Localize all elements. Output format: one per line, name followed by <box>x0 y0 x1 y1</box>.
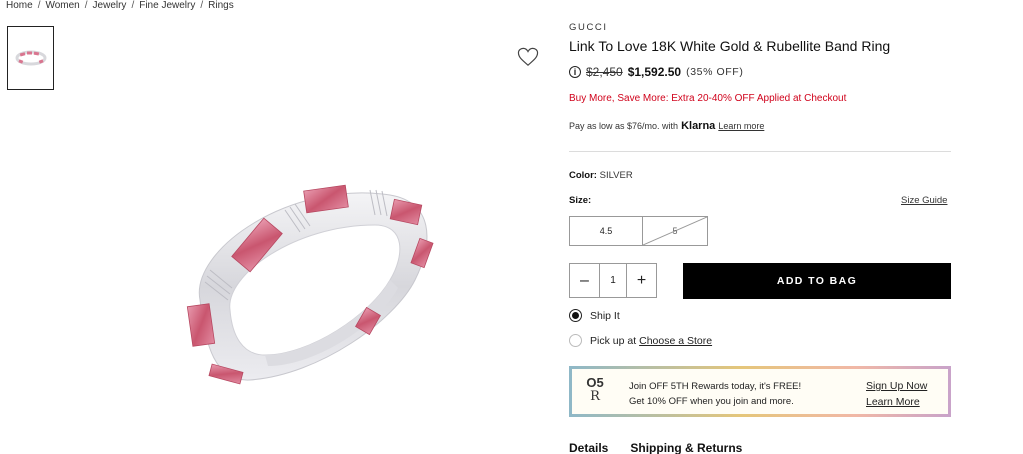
rewards-headline: Join OFF 5TH Rewards today, it's FREE! <box>629 381 802 392</box>
rewards-logo: O5 R <box>584 376 606 404</box>
ship-it-radio[interactable] <box>569 309 582 322</box>
breadcrumb-jewelry[interactable]: Jewelry <box>93 0 127 12</box>
klarna-financing: Pay as low as $76/mo. with Klarna Learn … <box>569 120 764 132</box>
product-thumbnail[interactable] <box>7 26 54 90</box>
add-to-bag-button[interactable]: ADD TO BAG <box>683 263 951 299</box>
quantity-decrease-button[interactable]: – <box>570 264 599 297</box>
breadcrumb: Home / Women / Jewelry / Fine Jewelry / … <box>6 0 234 12</box>
ship-it-option[interactable]: Ship It <box>569 309 620 322</box>
price-row: i $2,450 $1,592.50 (35% OFF) <box>569 65 743 79</box>
product-title: Link To Love 18K White Gold & Rubellite … <box>569 38 891 54</box>
product-info-tabs: Details Shipping & Returns <box>569 441 742 454</box>
rewards-logo-bottom: R <box>590 389 600 404</box>
rewards-banner: O5 R Join OFF 5TH Rewards today, it's FR… <box>569 366 951 417</box>
rewards-subline: Get 10% OFF when you join and more. <box>629 396 794 407</box>
breadcrumb-women[interactable]: Women <box>45 0 79 12</box>
size-label: Size: <box>569 195 592 206</box>
breadcrumb-separator: / <box>84 0 88 11</box>
sale-price: $1,592.50 <box>627 65 682 79</box>
breadcrumb-separator: / <box>37 0 41 11</box>
ship-it-label: Ship It <box>590 309 620 322</box>
rewards-text: Join OFF 5TH Rewards today, it's FREE! G… <box>629 379 801 409</box>
size-option-label: 5 <box>672 226 678 236</box>
original-price: $2,450 <box>586 65 623 79</box>
pickup-label: Pick up at <box>590 334 637 347</box>
quantity-value[interactable]: 1 <box>599 264 627 297</box>
product-brand[interactable]: GUCCI <box>569 22 608 33</box>
heart-outline-icon[interactable] <box>517 47 539 67</box>
rewards-links: Sign Up Now Learn More <box>866 378 927 410</box>
rewards-logo-top: O5 <box>586 375 604 390</box>
breadcrumb-separator: / <box>200 0 204 11</box>
size-guide-link[interactable]: Size Guide <box>901 195 947 206</box>
breadcrumb-home[interactable]: Home <box>6 0 33 12</box>
color-value: SILVER <box>599 170 633 181</box>
klarna-learn-more-link[interactable]: Learn more <box>718 121 764 131</box>
promo-message: Buy More, Save More: Extra 20-40% OFF Ap… <box>569 93 847 104</box>
tab-shipping-returns[interactable]: Shipping & Returns <box>630 441 742 454</box>
choose-store-link[interactable]: Choose a Store <box>639 335 712 347</box>
size-option-5-unavailable[interactable]: 5 <box>642 216 708 246</box>
divider <box>569 151 951 152</box>
klarna-logo: Klarna <box>681 120 716 132</box>
breadcrumb-fine-jewelry[interactable]: Fine Jewelry <box>139 0 195 12</box>
info-circle-icon[interactable]: i <box>569 66 581 78</box>
color-selection: Color: SILVER <box>569 170 633 181</box>
pickup-radio[interactable] <box>569 334 582 347</box>
rewards-learn-more-link[interactable]: Learn More <box>866 394 927 410</box>
discount-percent: (35% OFF) <box>686 66 744 78</box>
tab-details[interactable]: Details <box>569 441 608 454</box>
breadcrumb-separator: / <box>131 0 135 11</box>
pickup-option[interactable]: Pick up at Choose a Store <box>569 334 712 347</box>
color-label: Color: <box>569 170 597 181</box>
size-option-label: 4.5 <box>599 226 613 236</box>
product-main-image <box>186 184 434 385</box>
size-option-4-5[interactable]: 4.5 <box>569 216 643 246</box>
quantity-increase-button[interactable]: + <box>627 264 656 297</box>
quantity-stepper: – 1 + <box>569 263 657 298</box>
ring-thumbnail-image <box>15 50 46 66</box>
breadcrumb-rings[interactable]: Rings <box>208 0 234 12</box>
rewards-signup-link[interactable]: Sign Up Now <box>866 378 927 394</box>
klarna-text: Pay as low as $76/mo. with <box>569 121 679 131</box>
